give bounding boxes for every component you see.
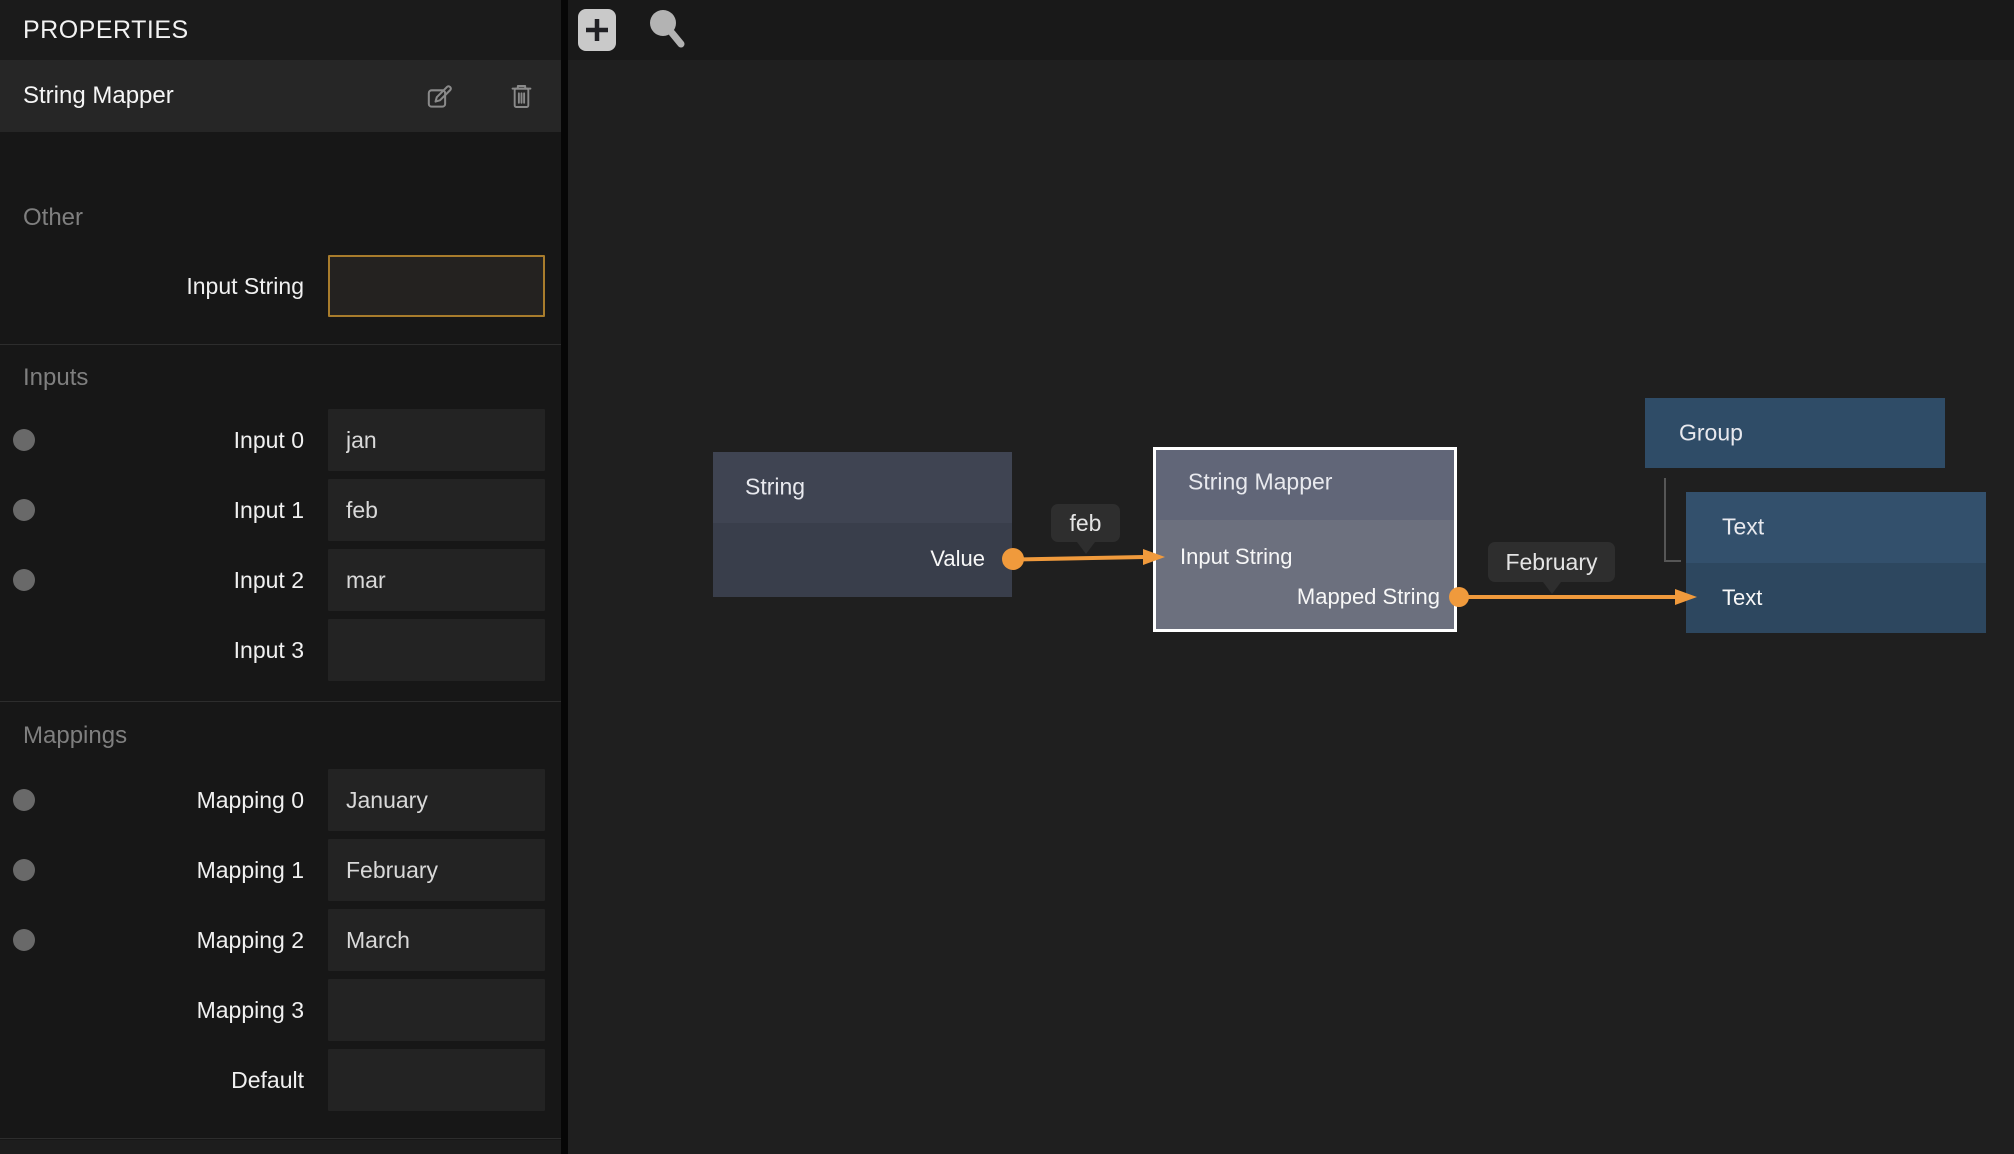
property-label: Mapping 1: [0, 857, 304, 884]
port-dot[interactable]: [13, 859, 35, 881]
property-label: Mapping 2: [0, 927, 304, 954]
property-label: Input 2: [0, 567, 304, 594]
editor-main: String Value String Mapper Input String …: [568, 0, 2014, 1154]
section-label-inputs: Inputs: [0, 363, 561, 393]
next-section-strip: [0, 1140, 561, 1154]
node-graph-canvas[interactable]: String Value String Mapper Input String …: [568, 60, 2014, 1154]
panel-resize-divider[interactable]: [561, 0, 568, 1154]
input-0-field[interactable]: [328, 409, 545, 471]
section-label-mappings: Mappings: [0, 721, 561, 751]
plus-icon: [583, 15, 611, 45]
section-divider: [0, 701, 561, 702]
section-divider: [0, 344, 561, 345]
selected-node-row[interactable]: String Mapper: [0, 60, 561, 132]
output-port-label[interactable]: Value: [930, 546, 985, 572]
port-dot[interactable]: [13, 789, 35, 811]
group-child-connector: [1665, 478, 1681, 561]
property-label: Input 1: [0, 497, 304, 524]
property-row-mapping-0: Mapping 0: [0, 769, 561, 831]
edit-pencil-icon: [426, 83, 453, 110]
property-label: Mapping 0: [0, 787, 304, 814]
port-dot[interactable]: [13, 929, 35, 951]
output-port-label[interactable]: Mapped String: [1297, 584, 1440, 610]
property-row-default: Default: [0, 1049, 561, 1111]
input-3-field[interactable]: [328, 619, 545, 681]
property-label: Input 0: [0, 427, 304, 454]
property-label: Mapping 3: [0, 997, 304, 1024]
property-label: Input String: [0, 273, 304, 300]
delete-node-button[interactable]: [511, 83, 532, 110]
property-row-input-3: Input 3: [0, 619, 561, 681]
trash-icon: [511, 83, 532, 110]
properties-title: PROPERTIES: [23, 16, 189, 45]
port-dot[interactable]: [13, 429, 35, 451]
property-row-mapping-3: Mapping 3: [0, 979, 561, 1041]
input-string-field[interactable]: [328, 255, 545, 317]
wire-string-to-mapper[interactable]: [1013, 557, 1146, 560]
input-2-field[interactable]: [328, 549, 545, 611]
property-row-mapping-2: Mapping 2: [0, 909, 561, 971]
port-dot[interactable]: [13, 569, 35, 591]
property-row-input-0: Input 0: [0, 409, 561, 471]
search-button[interactable]: [646, 7, 688, 53]
mapping-1-field[interactable]: [328, 839, 545, 901]
property-row-input-2: Input 2: [0, 549, 561, 611]
node-text[interactable]: Text Text: [1686, 492, 1986, 633]
canvas-toolbar: [568, 0, 2014, 60]
connection-value-bubble: feb: [1051, 504, 1120, 542]
selected-node-name: String Mapper: [23, 82, 174, 110]
connection-value: feb: [1070, 510, 1102, 537]
connection-value: February: [1505, 549, 1597, 576]
input-port-label[interactable]: Text: [1722, 585, 1762, 611]
property-row-input-string: Input String: [0, 255, 561, 317]
mapping-3-field[interactable]: [328, 979, 545, 1041]
mapping-2-field[interactable]: [328, 909, 545, 971]
node-string[interactable]: String Value: [713, 452, 1012, 597]
default-field[interactable]: [328, 1049, 545, 1111]
input-1-field[interactable]: [328, 479, 545, 541]
input-port-label[interactable]: Input String: [1180, 544, 1293, 570]
node-group[interactable]: Group: [1645, 398, 1945, 468]
property-label: Input 3: [0, 637, 304, 664]
property-row-input-1: Input 1: [0, 479, 561, 541]
property-row-mapping-1: Mapping 1: [0, 839, 561, 901]
node-title: String Mapper: [1188, 469, 1332, 496]
section-label-other: Other: [0, 203, 561, 233]
port-dot[interactable]: [13, 499, 35, 521]
properties-header: PROPERTIES: [0, 0, 561, 60]
search-icon: [646, 7, 688, 53]
node-title: Text: [1722, 514, 1764, 541]
edit-node-button[interactable]: [426, 83, 453, 110]
connection-value-bubble: February: [1488, 542, 1615, 582]
node-string-mapper[interactable]: String Mapper Input String Mapped String: [1153, 447, 1457, 632]
app-window: PROPERTIES String Mapper Other: [0, 0, 2014, 1154]
mapping-0-field[interactable]: [328, 769, 545, 831]
add-node-button[interactable]: [578, 9, 616, 51]
property-label: Default: [0, 1067, 304, 1094]
node-title: String: [745, 474, 805, 501]
properties-panel: PROPERTIES String Mapper Other: [0, 0, 561, 1154]
section-divider: [0, 1138, 561, 1139]
node-title: Group: [1679, 420, 1743, 447]
